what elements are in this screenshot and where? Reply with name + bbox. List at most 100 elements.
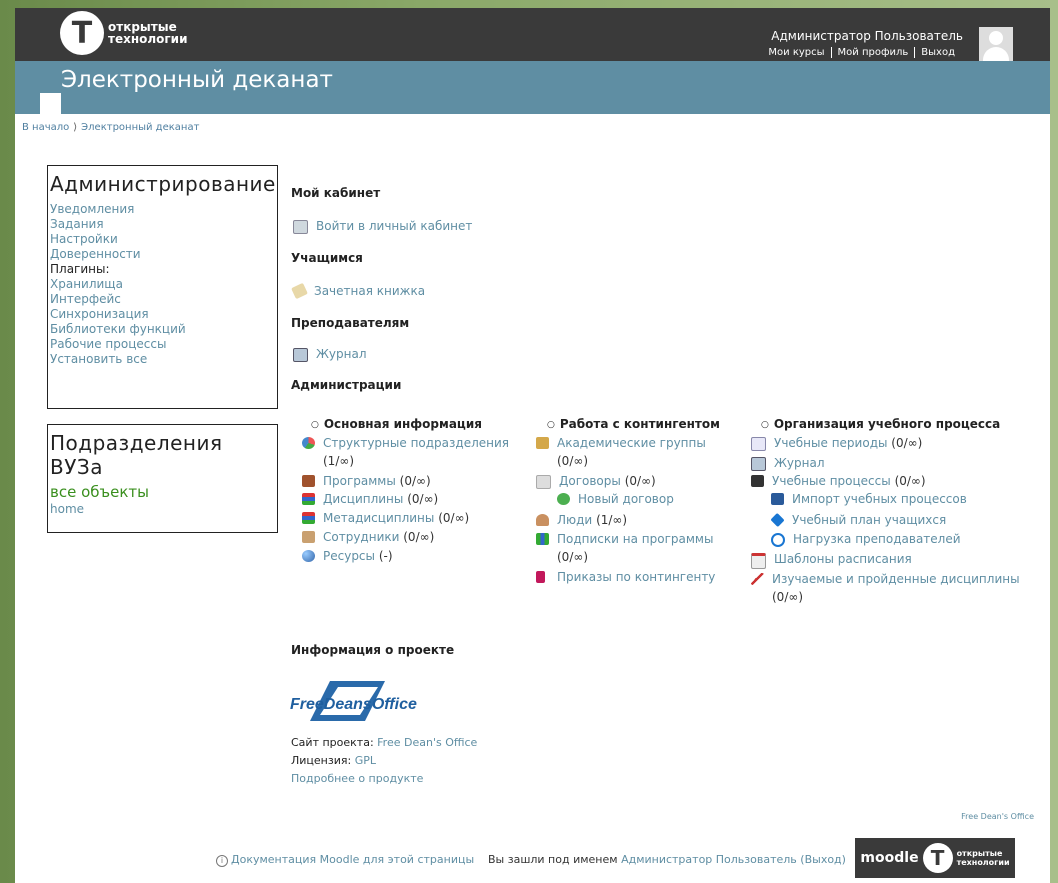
orders-icon bbox=[536, 571, 545, 583]
gradebook-link[interactable]: Зачетная книжка bbox=[291, 282, 425, 300]
list-item[interactable]: Учебные периоды (0/∞) bbox=[751, 434, 922, 452]
banner-decoration bbox=[40, 93, 61, 114]
project-site-link[interactable]: Free Dean's Office bbox=[377, 736, 477, 749]
disciplines-icon bbox=[302, 493, 315, 505]
admin-block: Администрирование Уведомления Задания На… bbox=[47, 165, 278, 409]
list-item[interactable]: Метадисциплины (0/∞) bbox=[302, 509, 469, 527]
units-block-title: Подразделения ВУЗа bbox=[50, 431, 223, 479]
admin-link-settings[interactable]: Настройки bbox=[50, 232, 277, 247]
journal-icon bbox=[293, 348, 308, 362]
project-site: Сайт проекта: Free Dean's Office bbox=[291, 736, 478, 749]
staff-icon bbox=[302, 531, 315, 543]
list-item[interactable]: Подписки на программы (0/∞) bbox=[536, 530, 736, 566]
journal-icon bbox=[751, 457, 766, 471]
list-item[interactable]: Структурные подразделения (1/∞) bbox=[302, 434, 522, 470]
site-logo[interactable]: Т открытые технологии bbox=[60, 11, 188, 55]
user-name: Администратор Пользователь bbox=[771, 29, 963, 43]
people-icon bbox=[536, 514, 549, 526]
banner: Электронный деканат bbox=[15, 61, 1050, 114]
list-item[interactable]: Шаблоны расписания bbox=[751, 550, 912, 569]
admin-link-workflows[interactable]: Рабочие процессы bbox=[50, 337, 277, 352]
list-item[interactable]: Приказы по контингенту bbox=[536, 568, 715, 586]
units-icon bbox=[302, 437, 315, 449]
add-icon bbox=[557, 493, 570, 505]
page-title: Электронный деканат bbox=[61, 67, 333, 93]
footer-login-info: Вы зашли под именем Администратор Пользо… bbox=[488, 853, 846, 866]
admin-link-install-all[interactable]: Установить все bbox=[50, 352, 277, 367]
svg-text:FreeDeansOffice: FreeDeansOffice bbox=[290, 696, 417, 713]
plugins-label: Плагины: bbox=[50, 262, 110, 276]
admin-link-libraries[interactable]: Библиотеки функций bbox=[50, 322, 277, 337]
programs-icon bbox=[302, 475, 315, 487]
list-item[interactable]: Ресурсы (-) bbox=[302, 547, 393, 565]
top-bar: Т открытые технологии Администратор Поль… bbox=[15, 8, 1050, 61]
list-item[interactable]: Люди (1/∞) bbox=[536, 511, 627, 529]
avatar[interactable] bbox=[979, 27, 1013, 61]
list-item[interactable]: Импорт учебных процессов bbox=[771, 490, 967, 508]
logo-icon: Т bbox=[922, 843, 953, 873]
moodle-logo[interactable]: moodle Т открытые технологии bbox=[855, 838, 1015, 878]
project-more: Подробнее о продукте bbox=[291, 772, 423, 785]
groups-icon bbox=[536, 437, 549, 449]
footer-user-link[interactable]: Администратор Пользователь bbox=[621, 853, 797, 866]
section-project: Информация о проекте bbox=[291, 643, 455, 657]
page: Т открытые технологии Администратор Поль… bbox=[15, 8, 1050, 883]
list-item[interactable]: Учебный план учащихся bbox=[770, 511, 946, 529]
info-icon: i bbox=[216, 855, 228, 867]
clock-icon bbox=[771, 533, 785, 547]
section-teachers: Преподавателям bbox=[291, 316, 410, 330]
footer-docs: i Документация Moodle для этой страницы bbox=[216, 853, 474, 867]
cabinet-icon bbox=[293, 220, 308, 234]
list-item[interactable]: Договоры (0/∞) bbox=[536, 472, 656, 490]
breadcrumb-separator: ⟩ bbox=[73, 122, 78, 133]
admin-link-storages[interactable]: Хранилища bbox=[50, 277, 277, 292]
breadcrumb: В начало ⟩ Электронный деканат bbox=[22, 122, 199, 133]
user-links: Мои курсы Мой профиль Выход bbox=[762, 47, 961, 58]
logout-link[interactable]: Выход bbox=[914, 47, 961, 58]
list-item[interactable]: Программы (0/∞) bbox=[302, 472, 431, 490]
list-item[interactable]: Изучаемые и пройденные дисциплины (0/∞) bbox=[751, 570, 1031, 606]
logo-icon: Т bbox=[60, 11, 104, 55]
breadcrumb-current[interactable]: Электронный деканат bbox=[81, 122, 199, 133]
list-item[interactable]: Дисциплины (0/∞) bbox=[302, 490, 438, 508]
resources-icon bbox=[302, 550, 315, 562]
admin-link-sync[interactable]: Синхронизация bbox=[50, 307, 277, 322]
periods-icon bbox=[751, 437, 766, 451]
metadisciplines-icon bbox=[302, 512, 315, 524]
admin-link-notifications[interactable]: Уведомления bbox=[50, 202, 277, 217]
plan-icon bbox=[770, 512, 785, 528]
list-item[interactable]: Новый договор bbox=[557, 490, 674, 508]
column-main-info-title: Основная информация bbox=[311, 417, 482, 431]
contracts-icon bbox=[536, 475, 551, 489]
project-license: Лицензия: GPL bbox=[291, 754, 376, 767]
admin-link-tasks[interactable]: Задания bbox=[50, 217, 277, 232]
all-objects-link[interactable]: все объекты bbox=[50, 483, 277, 502]
section-cabinet: Мой кабинет bbox=[291, 186, 381, 200]
units-block: Подразделения ВУЗа все объекты home bbox=[47, 424, 278, 533]
my-courses-link[interactable]: Мои курсы bbox=[762, 47, 830, 58]
breadcrumb-home[interactable]: В начало bbox=[22, 122, 69, 133]
admin-link-permissions[interactable]: Доверенности bbox=[50, 247, 277, 262]
logo-line2: технологии bbox=[108, 32, 188, 46]
gradebook-icon bbox=[291, 282, 308, 300]
section-admin: Администрации bbox=[291, 378, 402, 392]
column-contingent-title: Работа с контингентом bbox=[547, 417, 720, 431]
home-link[interactable]: home bbox=[50, 502, 277, 517]
footer-logout-link[interactable]: (Выход) bbox=[800, 853, 846, 866]
list-item[interactable]: Нагрузка преподавателей bbox=[771, 530, 961, 548]
product-details-link[interactable]: Подробнее о продукте bbox=[291, 772, 423, 785]
list-item[interactable]: Учебные процессы (0/∞) bbox=[751, 472, 926, 490]
cabinet-link[interactable]: Войти в личный кабинет bbox=[293, 219, 472, 234]
list-item[interactable]: Сотрудники (0/∞) bbox=[302, 528, 434, 546]
fdo-footer-link[interactable]: Free Dean's Office bbox=[961, 812, 1034, 821]
list-item[interactable]: Академические группы (0/∞) bbox=[536, 434, 736, 470]
fdo-logo[interactable]: FreeDeansOffice bbox=[290, 679, 435, 723]
admin-block-title: Администрирование bbox=[50, 172, 276, 196]
moodle-docs-link[interactable]: Документация Moodle для этой страницы bbox=[231, 853, 474, 866]
license-link[interactable]: GPL bbox=[355, 754, 376, 767]
journal-link[interactable]: Журнал bbox=[293, 347, 367, 362]
admin-link-interface[interactable]: Интерфейс bbox=[50, 292, 277, 307]
list-item[interactable]: Журнал bbox=[751, 454, 825, 472]
processes-icon bbox=[751, 475, 764, 487]
my-profile-link[interactable]: Мой профиль bbox=[830, 47, 915, 58]
